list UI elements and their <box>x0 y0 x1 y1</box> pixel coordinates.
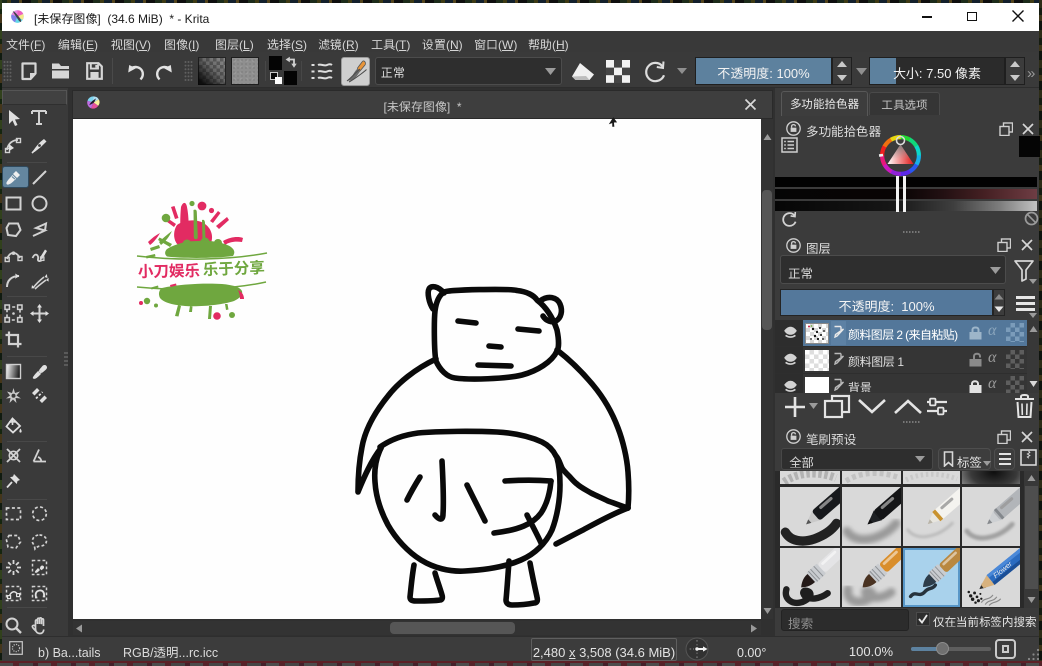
svg-text:小刀娱乐: 小刀娱乐 <box>138 259 200 282</box>
svg-text:乐于分享: 乐于分享 <box>202 256 265 280</box>
